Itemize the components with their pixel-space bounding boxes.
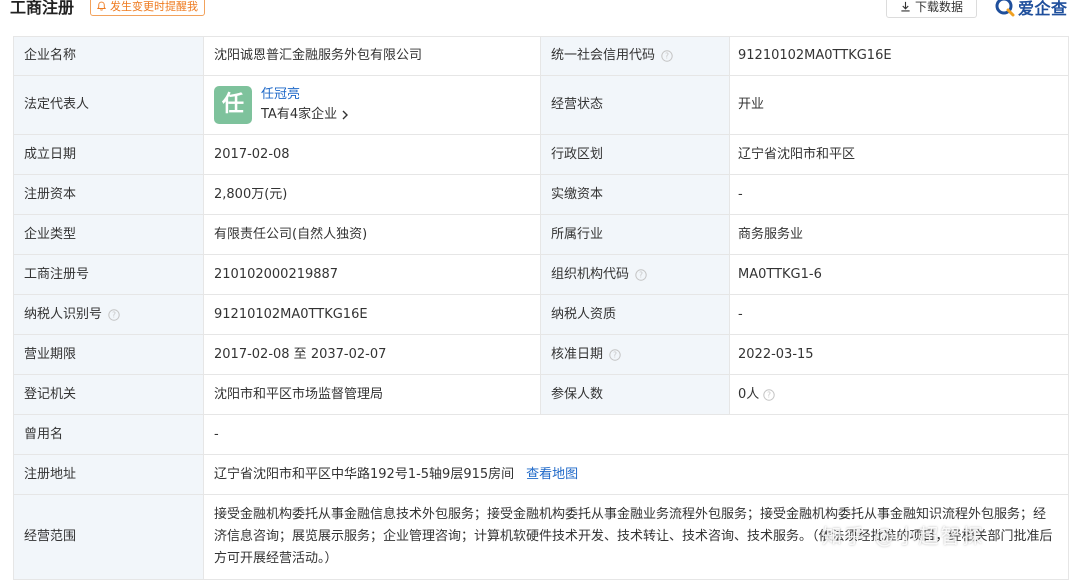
company-type-label: 企业类型 — [14, 215, 204, 254]
chevron-right-icon — [342, 110, 349, 120]
business-scope-label: 经营范围 — [14, 495, 204, 579]
taxpayer-qualification-label: 纳税人资质 — [541, 295, 730, 334]
svg-text:?: ? — [767, 390, 771, 399]
svg-text:?: ? — [112, 310, 116, 319]
help-icon[interactable]: ? — [108, 308, 120, 321]
table-row: 法定代表人 任 任冠亮 TA有4家企业 经营状态 开业 — [14, 76, 1069, 135]
registration-number-label: 工商注册号 — [14, 255, 204, 294]
industry-value: 商务服务业 — [730, 215, 1069, 254]
registered-capital-label: 注册资本 — [14, 175, 204, 214]
business-status-label: 经营状态 — [541, 76, 730, 134]
taxpayer-qualification-value: - — [730, 295, 1069, 334]
brand-name: 爱企查 — [1018, 0, 1068, 18]
insured-count-text: 0人 — [738, 386, 760, 402]
bell-icon — [96, 1, 107, 11]
company-type-value: 有限责任公司(自然人独资) — [204, 215, 541, 254]
registration-number-value: 210102000219887 — [204, 255, 541, 294]
table-row: 营业期限 2017-02-08 至 2037-02-07 核准日期 ? 2022… — [14, 335, 1069, 375]
legal-rep-name-link[interactable]: 任冠亮 — [261, 85, 349, 105]
credit-code-label: 统一社会信用代码 ? — [541, 37, 730, 75]
table-row: 注册资本 2,800万(元) 实缴资本 - — [14, 175, 1069, 215]
approval-date-value: 2022-03-15 — [730, 335, 1069, 374]
insured-count-value: 0人 ? — [730, 375, 1069, 414]
business-term-value: 2017-02-08 至 2037-02-07 — [204, 335, 541, 374]
registered-address-text: 辽宁省沈阳市和平区中华路192号1-5轴9层915房间 — [214, 466, 515, 482]
paid-capital-label: 实缴资本 — [541, 175, 730, 214]
svg-text:?: ? — [665, 52, 669, 61]
download-icon — [901, 1, 910, 11]
legal-rep-label: 法定代表人 — [14, 76, 204, 134]
taxpayer-id-value: 91210102MA0TTKG16E — [204, 295, 541, 334]
former-name-value: - — [204, 415, 1069, 454]
admin-region-label: 行政区划 — [541, 135, 730, 174]
help-icon[interactable]: ? — [635, 268, 647, 281]
brand-logo: 爱企查 — [995, 0, 1068, 19]
company-name-label: 企业名称 — [14, 37, 204, 75]
company-name-value: 沈阳诚恩普汇金融服务外包有限公司 — [204, 37, 541, 75]
paid-capital-value: - — [730, 175, 1069, 214]
registered-address-label: 注册地址 — [14, 455, 204, 494]
help-icon[interactable]: ? — [661, 50, 673, 62]
section-title: 工商注册 — [10, 0, 75, 17]
legal-rep-companies-text: TA有4家企业 — [261, 107, 338, 122]
approval-date-label: 核准日期 ? — [541, 335, 730, 374]
help-icon[interactable]: ? — [763, 388, 775, 401]
registered-address-value: 辽宁省沈阳市和平区中华路192号1-5轴9层915房间 查看地图 — [204, 455, 1069, 494]
admin-region-value: 辽宁省沈阳市和平区 — [730, 135, 1069, 174]
svg-text:?: ? — [613, 350, 617, 359]
help-icon[interactable]: ? — [609, 348, 621, 361]
business-term-label: 营业期限 — [14, 335, 204, 374]
established-date-label: 成立日期 — [14, 135, 204, 174]
table-row: 纳税人识别号 ? 91210102MA0TTKG16E 纳税人资质 - — [14, 295, 1069, 335]
registration-authority-label: 登记机关 — [14, 375, 204, 414]
org-code-label: 组织机构代码 ? — [541, 255, 730, 294]
watermark: 知乎 @小超智探 — [822, 524, 985, 548]
business-registration-table: 企业名称 沈阳诚恩普汇金融服务外包有限公司 统一社会信用代码 ? 9121010… — [13, 36, 1069, 580]
former-name-label: 曾用名 — [14, 415, 204, 454]
registered-capital-value: 2,800万(元) — [204, 175, 541, 214]
avatar: 任 — [214, 86, 252, 124]
table-row: 企业类型 有限责任公司(自然人独资) 所属行业 商务服务业 — [14, 215, 1069, 255]
established-date-value: 2017-02-08 — [204, 135, 541, 174]
legal-rep-value: 任 任冠亮 TA有4家企业 — [204, 76, 541, 134]
table-row: 注册地址 辽宁省沈阳市和平区中华路192号1-5轴9层915房间 查看地图 — [14, 455, 1069, 495]
change-alert-button[interactable]: 发生变更时提醒我 — [90, 0, 205, 16]
download-label: 下载数据 — [914, 0, 963, 14]
org-code-value: MA0TTKG1-6 — [730, 255, 1069, 294]
download-data-button[interactable]: 下载数据 — [886, 0, 977, 18]
view-map-link[interactable]: 查看地图 — [526, 466, 578, 484]
credit-code-label-text: 统一社会信用代码 — [551, 48, 656, 63]
org-code-label-text: 组织机构代码 — [551, 266, 630, 282]
credit-code-value: 91210102MA0TTKG16E — [730, 37, 1069, 75]
svg-text:?: ? — [639, 270, 643, 279]
change-alert-label: 发生变更时提醒我 — [110, 0, 198, 13]
legal-rep-card: 任 任冠亮 TA有4家企业 — [214, 85, 349, 125]
approval-date-label-text: 核准日期 — [551, 346, 604, 362]
taxpayer-id-label: 纳税人识别号 ? — [14, 295, 204, 334]
table-row: 登记机关 沈阳市和平区市场监督管理局 参保人数 0人 ? — [14, 375, 1069, 415]
industry-label: 所属行业 — [541, 215, 730, 254]
taxpayer-id-label-text: 纳税人识别号 — [24, 306, 103, 322]
table-row: 曾用名 - — [14, 415, 1069, 455]
aiqicha-logo-icon — [995, 0, 1015, 17]
table-row: 工商注册号 210102000219887 组织机构代码 ? MA0TTKG1-… — [14, 255, 1069, 295]
section-header: 工商注册 发生变更时提醒我 下载数据 爱企查 — [0, 0, 1080, 30]
registration-authority-value: 沈阳市和平区市场监督管理局 — [204, 375, 541, 414]
business-status-value: 开业 — [730, 76, 1069, 134]
legal-rep-companies-link[interactable]: TA有4家企业 — [261, 105, 349, 125]
insured-count-label: 参保人数 — [541, 375, 730, 414]
table-row: 成立日期 2017-02-08 行政区划 辽宁省沈阳市和平区 — [14, 135, 1069, 175]
table-row: 企业名称 沈阳诚恩普汇金融服务外包有限公司 统一社会信用代码 ? 9121010… — [14, 37, 1069, 76]
